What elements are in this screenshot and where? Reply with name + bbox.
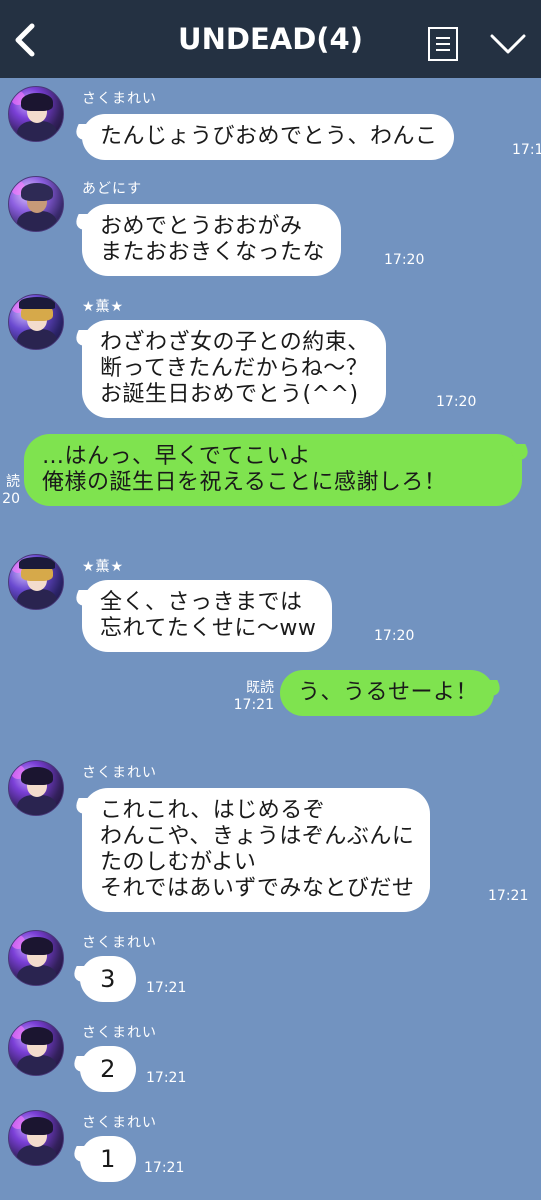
sender-name: ★薫★	[82, 299, 125, 315]
avatar-cap	[19, 557, 55, 569]
avatar-body	[17, 1145, 57, 1165]
message-time: 17:21	[144, 1160, 185, 1176]
avatar[interactable]	[8, 760, 64, 816]
message-time: 17:21	[488, 888, 529, 904]
message-bubble[interactable]: …はんっ、早くでてこいよ 俺様の誕生日を祝えることに感謝しろ！	[24, 434, 522, 506]
avatar-hair	[21, 183, 53, 201]
avatar-body	[17, 1055, 57, 1075]
avatar-body	[17, 329, 57, 349]
message-bubble[interactable]: おめでとうおおがみ またおおきくなったな	[82, 204, 342, 276]
message-bubble[interactable]: これこれ、はじめるぞ わんこや、きょうはぞんぶんに たのしむがよい それではあい…	[82, 788, 431, 912]
avatar-body	[17, 121, 57, 141]
note-list-icon-line	[436, 43, 450, 45]
avatar-hair	[21, 1117, 53, 1135]
sender-name: さくまれい	[82, 765, 157, 781]
message-time: 20	[2, 491, 20, 507]
message-bubble[interactable]: う、うるせーよ！	[280, 670, 495, 716]
chat-title: UNDEAD(4)	[178, 22, 363, 56]
avatar-hair	[21, 1027, 53, 1045]
sender-name: さくまれい	[82, 1115, 157, 1131]
avatar[interactable]	[8, 86, 64, 142]
message-time: 17:20	[436, 394, 477, 410]
read-status: 既読 17:21	[230, 680, 274, 714]
message-bubble[interactable]: わざわざ女の子との約束、 断ってきたんだからね〜？ お誕生日おめでとう(^^)	[82, 320, 386, 418]
sender-name: さくまれい	[82, 1025, 157, 1041]
read-label: 読	[6, 474, 20, 490]
sender-name: さくまれい	[82, 91, 157, 107]
note-list-icon-line	[436, 49, 450, 51]
avatar[interactable]	[8, 176, 64, 232]
sender-name: さくまれい	[82, 935, 157, 951]
avatar-hair	[21, 93, 53, 111]
sender-name: あどにす	[82, 181, 143, 197]
avatar-body	[17, 211, 57, 231]
message-time: 17:1	[512, 142, 541, 158]
avatar[interactable]	[8, 1110, 64, 1166]
sender-name: ★薫★	[82, 559, 125, 575]
avatar-body	[17, 965, 57, 985]
chat-area[interactable]: さくまれい たんじょうびおめでとう、わんこ 17:1 あどにす おめでとうおおが…	[0, 78, 541, 1200]
avatar-body	[17, 795, 57, 815]
avatar[interactable]	[8, 294, 64, 350]
message-time: 17:20	[384, 252, 425, 268]
note-list-icon-line	[436, 37, 450, 39]
avatar-cap	[19, 297, 55, 309]
message-time: 17:21	[146, 1070, 187, 1086]
avatar-hair	[21, 937, 53, 955]
message-bubble[interactable]: 2	[80, 1046, 136, 1092]
read-label: 既読	[246, 680, 274, 696]
avatar[interactable]	[8, 930, 64, 986]
collapse-button[interactable]	[488, 30, 528, 58]
chevron-down-icon	[490, 34, 526, 54]
message-bubble[interactable]: たんじょうびおめでとう、わんこ	[82, 114, 454, 160]
avatar[interactable]	[8, 1020, 64, 1076]
note-list-button[interactable]	[428, 27, 458, 61]
message-bubble[interactable]: 3	[80, 956, 136, 1002]
message-bubble[interactable]: 1	[80, 1136, 136, 1182]
message-time: 17:20	[374, 628, 415, 644]
avatar-hair	[21, 767, 53, 785]
message-time: 17:21	[146, 980, 187, 996]
message-time: 17:21	[233, 697, 274, 713]
avatar-body	[17, 589, 57, 609]
chat-header: UNDEAD(4)	[0, 0, 541, 78]
avatar[interactable]	[8, 554, 64, 610]
read-status: 読 20	[0, 474, 20, 508]
message-bubble[interactable]: 全く、さっきまでは 忘れてたくせに〜ww	[82, 580, 333, 652]
